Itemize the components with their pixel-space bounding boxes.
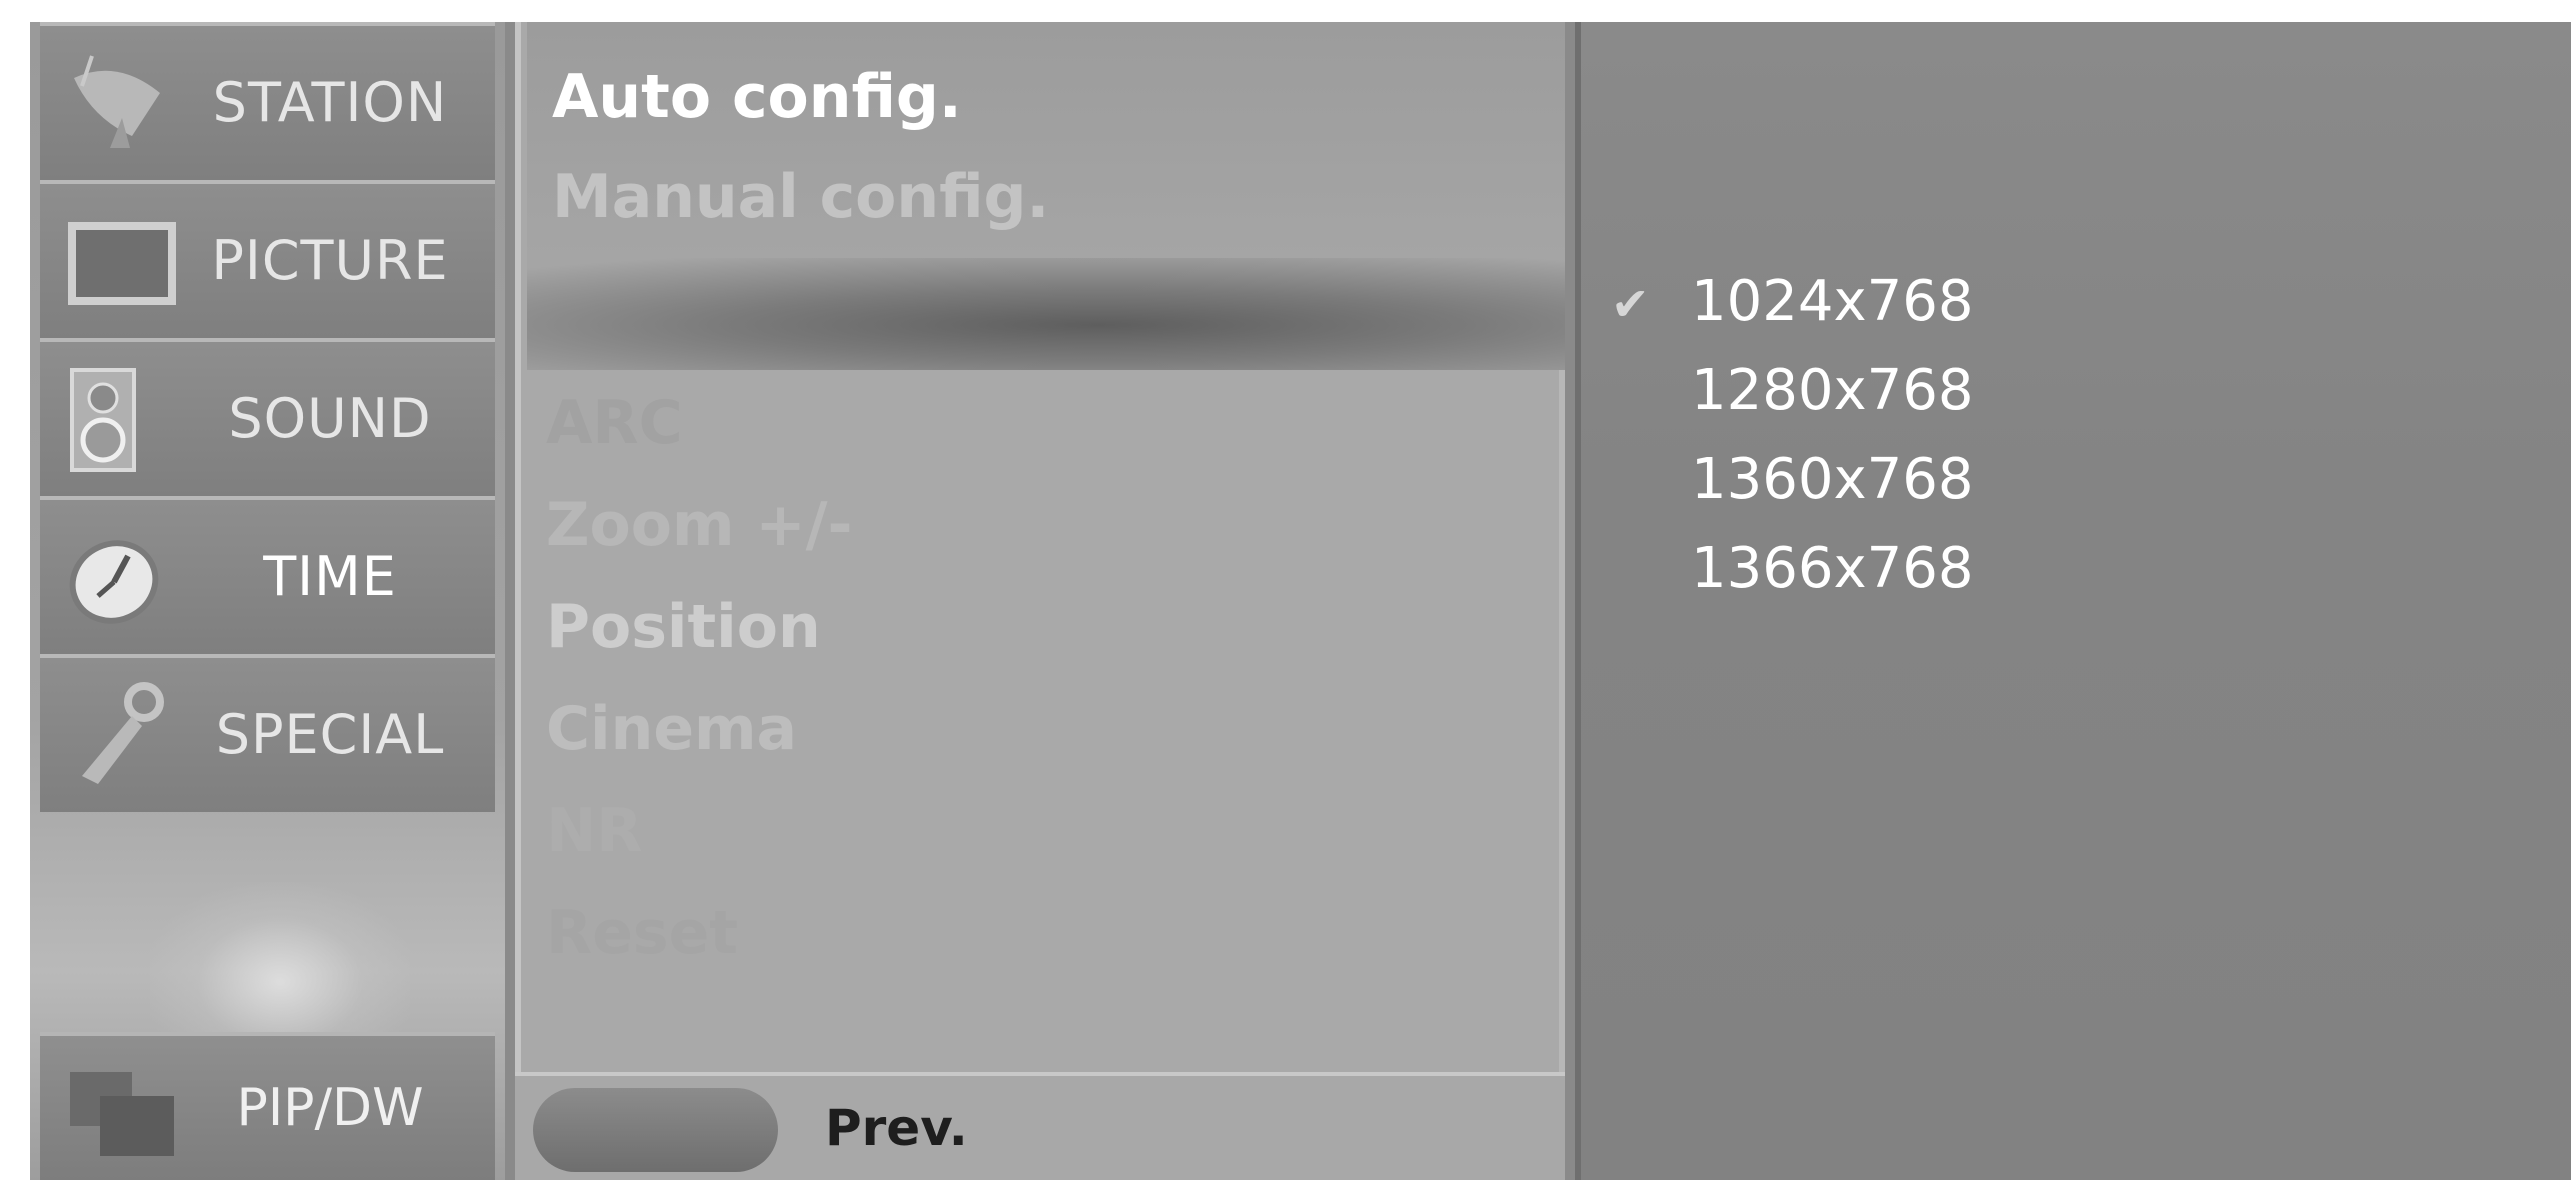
resolution-option[interactable]: 1360x768 [1691,447,1974,512]
submenu-frame: Auto config. Manual config. ARC Zoom +/-… [515,22,1565,1072]
position-item: Position [546,592,821,662]
shadow-band [527,258,1565,370]
pip-label: PIP/DW [236,1078,424,1138]
prev-label: Prev. [825,1099,968,1157]
auto-config-item[interactable]: Auto config. [552,62,962,132]
zoom-item: Zoom +/- [546,490,853,560]
clock-icon [69,540,159,624]
prev-button[interactable] [533,1088,778,1172]
pip-windows-icon [70,1072,174,1156]
menu-item-label: TIME [263,545,397,608]
menu-item-special[interactable]: SPECIAL [40,654,495,812]
checkmark-icon: ✔ [1611,277,1650,331]
tv-screen-icon [68,222,176,305]
main-menu-column: STATION PICTURE SOUND TIME SPECIAL PIP/D… [30,22,505,1180]
key-icon [82,682,164,784]
speaker-icon [70,368,136,472]
menu-item-label: SOUND [228,387,432,450]
resolution-option[interactable]: 1366x768 [1691,536,1974,601]
bottom-hint-bar: Prev. [515,1072,1565,1180]
manual-config-item[interactable]: Manual config. [552,162,1049,232]
menu-item-station[interactable]: STATION [40,22,495,180]
osd-menu: STATION PICTURE SOUND TIME SPECIAL PIP/D… [30,22,2571,1180]
satellite-dish-icon [74,55,160,148]
menu-item-label: SPECIAL [215,703,445,766]
resolution-option[interactable]: 1024x768 [1691,269,1974,334]
menu-item-label: STATION [212,71,448,134]
resolution-panel: ✔ 1024x768 1280x768 1360x768 1366x768 [1575,22,2571,1180]
menu-item-pip-dw[interactable]: PIP/DW [40,1032,495,1180]
cinema-item: Cinema [546,694,798,764]
menu-item-picture[interactable]: PICTURE [40,180,495,338]
nr-item: NR [546,796,643,866]
menu-item-sound[interactable]: SOUND [40,338,495,496]
config-options: Auto config. Manual config. [527,22,1565,258]
menu-item-label: PICTURE [211,229,449,292]
submenu-column: Auto config. Manual config. ARC Zoom +/-… [515,22,1565,1180]
resolution-option[interactable]: 1280x768 [1691,358,1974,423]
menu-item-time[interactable]: TIME [40,496,495,654]
reset-item: Reset [546,898,738,968]
arc-item: ARC [546,388,683,458]
